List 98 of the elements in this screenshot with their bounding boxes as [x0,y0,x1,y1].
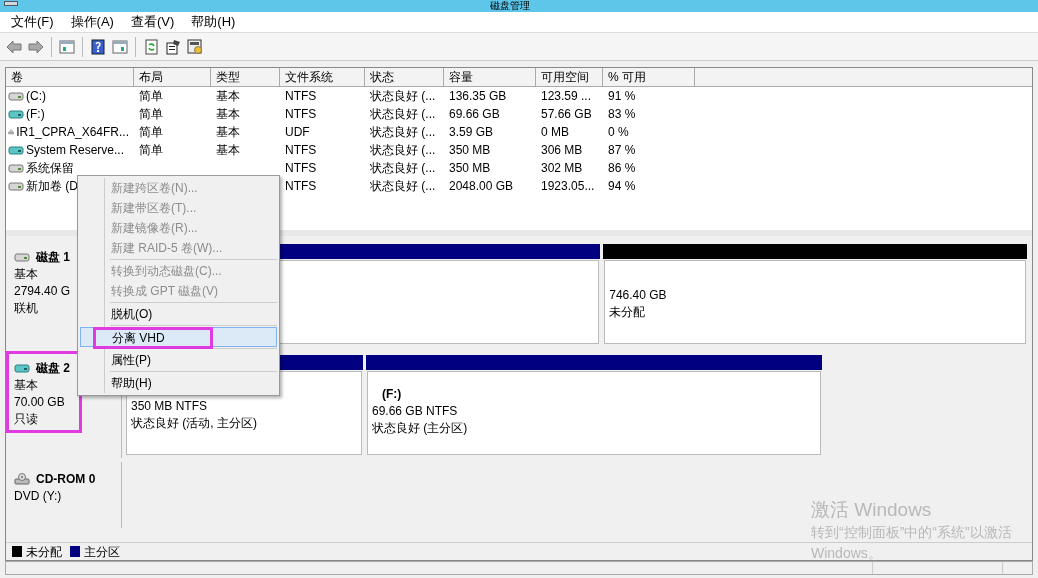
table-cell-text: 状态良好 (... [370,88,436,105]
table-cell-text: 0 % [608,124,629,141]
menu-item[interactable]: 操作(A) [63,12,121,32]
table-cell-text: 136.35 GB [449,88,507,105]
column-header[interactable]: 卷 [6,68,134,86]
settings-icon[interactable] [186,38,204,55]
table-cell-text: NTFS [285,88,317,105]
table-cell-text: 350 MB [449,160,491,177]
table-cell-text: 状态良好 (... [370,124,436,141]
table-cell-text: 69.66 GB [449,106,500,123]
menu-item[interactable]: 文件(F) [4,12,61,32]
table-cell-text: 3.59 GB [449,124,494,141]
column-header[interactable]: 容量 [444,68,536,86]
table-cell-text: 系统保留 [26,160,74,177]
menu-item[interactable]: 分离 VHD [80,327,277,347]
table-cell-text: System Reserve... [26,142,125,159]
drive-icon [8,180,24,192]
table-cell-text: 新加卷 (D [26,178,78,195]
table-cell-text: 简单 [139,88,163,105]
table-cell-text: NTFS [285,178,317,195]
partition-info: 未分配 [609,304,646,321]
table-cell-text: 状态良好 (... [370,106,436,123]
disk-info: 联机 [14,300,38,317]
properties-icon[interactable] [164,38,182,55]
disk-info: 2794.40 G [14,283,71,300]
column-header[interactable]: 布局 [134,68,211,86]
table-cell-text: 基本 [216,142,240,159]
table-cell-text: 简单 [139,124,163,141]
partition-info: 状态良好 (主分区) [372,420,468,437]
disk-info: 70.00 GB [14,394,65,411]
table-cell-text: 91 % [608,88,636,105]
drive-icon [14,362,30,374]
column-header[interactable]: % 可用 [603,68,695,86]
table-cell-text: 86 % [608,160,636,177]
menu-item[interactable]: 属性(P) [80,350,277,370]
table-cell-text: NTFS [285,160,317,177]
table-cell-text: (F:) [26,106,45,123]
menu-item[interactable]: 脱机(O) [80,304,277,324]
disk-name: 磁盘 2 [36,360,70,377]
table-cell-text: 2048.00 GB [449,178,514,195]
partition-label: (F:) [381,386,402,403]
help-icon[interactable] [89,38,107,55]
table-cell-text: 简单 [139,142,163,159]
table-cell-text: 简单 [139,106,163,123]
menu-item[interactable]: 查看(V) [123,12,182,32]
table-cell-text: UDF [285,124,310,141]
menu-item[interactable]: 帮助(H) [184,12,243,32]
table-cell-text: 基本 [216,88,240,105]
drive-icon [14,251,30,263]
disk-info: DVD (Y:) [14,488,62,505]
table-cell-text: NTFS [285,142,317,159]
drive-icon [8,108,24,120]
table-cell-text: 状态良好 (... [370,178,436,195]
back-arrow-icon[interactable] [5,38,23,55]
table-cell-text: 1923.05... [541,178,595,195]
window-title: 磁盘管理 [490,0,530,12]
disk-name: CD-ROM 0 [36,471,96,488]
drive-icon [8,162,24,174]
table-cell-text: 83 % [608,106,636,123]
table-cell-text: 0 MB [541,124,569,141]
partition-info: 350 MB NTFS [131,398,208,415]
disk-info: 基本 [14,377,38,394]
partition-info: 69.66 GB NTFS [372,403,458,420]
drive-icon [8,144,24,156]
table-cell-text: 基本 [216,124,240,141]
legend-label: 未分配 [26,543,62,561]
table-cell-text: 基本 [216,106,240,123]
partition-info: 746.40 GB [609,287,667,304]
cd-drive-icon [14,473,30,485]
partition-body[interactable]: 746.40 GB 未分配 [604,260,1026,344]
column-header[interactable]: 文件系统 [280,68,365,86]
table-cell-text: 94 % [608,178,636,195]
drive-icon [8,90,24,102]
column-header[interactable]: 类型 [211,68,280,86]
app-icon [4,1,18,6]
table-cell-text: 状态良好 (... [370,142,436,159]
legend-label: 主分区 [84,543,120,561]
column-header[interactable]: 可用空间 [536,68,603,86]
table-cell-text: 123.59 ... [541,88,592,105]
panel-icon[interactable] [58,38,76,55]
partition-info: 状态良好 (活动, 主分区) [131,415,257,432]
table-cell-text: 350 MB [449,142,491,159]
table-cell-text: NTFS [285,106,317,123]
table-cell-text: IR1_CPRA_X64FR... [16,124,129,141]
table-cell-text: 302 MB [541,160,583,177]
table-cell-text: 状态良好 (... [370,160,436,177]
table-cell-text: 87 % [608,142,636,159]
disk-info: 只读 [14,411,38,428]
activation-notice: 激活 Windows [811,498,933,522]
column-header[interactable]: 状态 [365,68,444,86]
disk-info: 基本 [14,266,38,283]
table-cell-text: 306 MB [541,142,583,159]
forward-arrow-icon[interactable] [27,38,45,55]
activation-notice: Windows。 [811,544,883,563]
table-cell-text: 57.66 GB [541,106,592,123]
disk-name: 磁盘 1 [36,249,70,266]
table-cell-text: (C:) [26,88,46,105]
partition-body[interactable]: (F:) 69.66 GB NTFS 状态良好 (主分区) [367,371,821,455]
